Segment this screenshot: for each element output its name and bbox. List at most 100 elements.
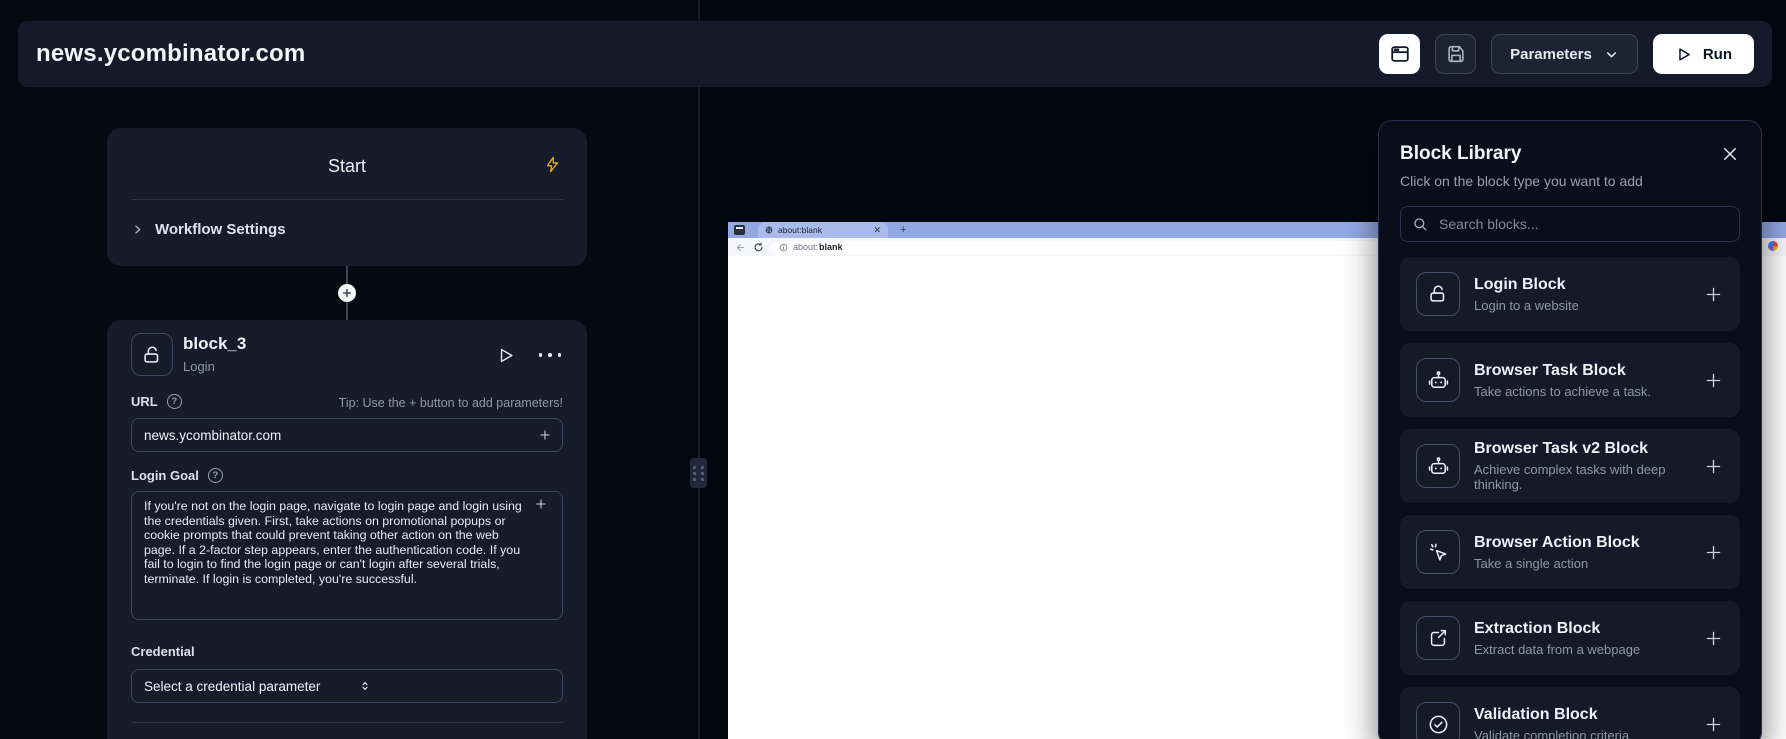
help-icon[interactable]: ?	[167, 394, 182, 409]
close-tab-icon: ✕	[873, 226, 881, 235]
help-icon[interactable]: ?	[208, 468, 223, 483]
check-circle-icon	[1416, 702, 1460, 739]
chevron-right-icon	[131, 223, 144, 236]
block-title: Extraction Block	[1474, 620, 1640, 638]
pane-resize-handle[interactable]	[690, 458, 707, 488]
login-goal-label: Login Goal	[131, 468, 199, 483]
block-description: Login to a website	[1474, 298, 1579, 313]
block-menu-button[interactable]	[539, 353, 562, 357]
address-rest: blank	[819, 242, 843, 252]
robot-icon	[1416, 444, 1460, 488]
block-item-text: Browser Action Block Take a single actio…	[1474, 534, 1640, 571]
block-library-item-validation[interactable]: Validation Block Validate completion cri…	[1400, 687, 1740, 739]
parameters-tip: Tip: Use the + button to add parameters!	[339, 396, 563, 410]
block-list: Login Block Login to a website	[1400, 257, 1740, 739]
header-actions: Parameters Run	[1379, 34, 1754, 74]
start-block-title: Start	[107, 156, 587, 177]
block-title: Validation Block	[1474, 706, 1629, 724]
block-item-text: Validation Block Validate completion cri…	[1474, 706, 1629, 739]
tab-title: about:blank	[778, 225, 868, 235]
add-block-button[interactable]	[1703, 370, 1724, 391]
block-library-item-login[interactable]: Login Block Login to a website	[1400, 257, 1740, 331]
url-field-label-row: URL ?	[131, 394, 182, 409]
extract-icon	[1416, 616, 1460, 660]
workflow-editor-app: news.ycombinator.com	[0, 0, 1786, 739]
block-description: Take a single action	[1474, 556, 1640, 571]
profile-avatar-icon	[1768, 241, 1778, 251]
block-title: Login Block	[1474, 276, 1579, 294]
block-library-item-browser-task-v2[interactable]: Browser Task v2 Block Achieve complex ta…	[1400, 429, 1740, 503]
login-goal-textarea[interactable]: If you're not on the login page, navigat…	[131, 491, 563, 620]
credential-select[interactable]: Select a credential parameter	[131, 669, 563, 703]
block-item-text: Extraction Block Extract data from a web…	[1474, 620, 1640, 657]
select-chevrons-icon	[347, 679, 562, 693]
block-title: Browser Task Block	[1474, 362, 1651, 380]
block-library-item-browser-action[interactable]: Browser Action Block Take a single actio…	[1400, 515, 1740, 589]
block-card-divider	[131, 722, 563, 723]
save-button[interactable]	[1435, 34, 1476, 74]
block-item-text: Browser Task v2 Block Achieve complex ta…	[1474, 440, 1703, 492]
block-library-item-extraction[interactable]: Extraction Block Extract data from a web…	[1400, 601, 1740, 675]
add-parameter-button[interactable]	[528, 428, 562, 442]
panel-subtitle: Click on the block type you want to add	[1400, 173, 1740, 189]
add-block-button[interactable]	[1703, 542, 1724, 563]
block-library-item-browser-task[interactable]: Browser Task Block Take actions to achie…	[1400, 343, 1740, 417]
block-type-icon-box	[131, 333, 173, 376]
browser-view-toggle-button[interactable]	[1379, 34, 1420, 74]
block-title: Browser Action Block	[1474, 534, 1640, 552]
credential-field-label-row: Credential	[131, 644, 195, 659]
parameters-button[interactable]: Parameters	[1491, 34, 1638, 74]
login-block-card: block_3 Login URL ? Tip: Use the + butto…	[107, 320, 587, 739]
save-icon	[1445, 43, 1467, 65]
block-description: Take actions to achieve a task.	[1474, 384, 1651, 399]
add-parameter-button[interactable]	[524, 497, 558, 511]
credential-label: Credential	[131, 644, 195, 659]
chevron-down-icon	[1604, 47, 1619, 62]
block-description: Extract data from a webpage	[1474, 642, 1640, 657]
browser-tab: about:blank ✕	[758, 222, 888, 238]
run-button[interactable]: Run	[1653, 34, 1754, 74]
page-title: news.ycombinator.com	[36, 40, 305, 68]
url-label: URL	[131, 394, 158, 409]
add-block-button[interactable]	[1703, 628, 1724, 649]
block-type-label: Login	[183, 359, 215, 374]
back-icon	[735, 242, 746, 253]
credential-select-value: Select a credential parameter	[132, 679, 347, 694]
add-node-button[interactable]	[338, 284, 356, 302]
lightning-icon	[544, 155, 561, 174]
block-item-text: Browser Task Block Take actions to achie…	[1474, 362, 1651, 399]
block-item-text: Login Block Login to a website	[1474, 276, 1579, 313]
block-title: Browser Task v2 Block	[1474, 440, 1703, 458]
run-button-label: Run	[1703, 46, 1732, 63]
workflow-settings-toggle[interactable]: Workflow Settings	[131, 214, 286, 244]
panel-title: Block Library	[1400, 143, 1740, 165]
parameters-button-label: Parameters	[1510, 46, 1592, 63]
start-block-card: Start Workflow Settings	[107, 128, 587, 266]
add-block-button[interactable]	[1703, 284, 1724, 305]
window-controls-icon	[734, 225, 745, 235]
run-block-button[interactable]	[496, 346, 515, 365]
browser-window-icon	[1389, 43, 1411, 65]
login-goal-text: If you're not on the login page, navigat…	[144, 499, 528, 587]
block-description: Validate completion criteria	[1474, 728, 1629, 739]
info-icon	[779, 243, 788, 252]
play-icon	[1675, 46, 1692, 63]
workflow-settings-label: Workflow Settings	[155, 221, 286, 238]
block-description: Achieve complex tasks with deep thinking…	[1474, 462, 1703, 492]
search-icon	[1412, 216, 1428, 232]
block-library-panel: Block Library Click on the block type yo…	[1378, 120, 1762, 739]
close-icon[interactable]	[1719, 143, 1741, 165]
start-card-divider	[131, 199, 563, 200]
cursor-click-icon	[1416, 530, 1460, 574]
add-block-button[interactable]	[1703, 456, 1724, 477]
new-tab-icon: +	[900, 224, 906, 236]
address-scheme: about:	[793, 242, 818, 252]
header-bar: news.ycombinator.com	[18, 21, 1772, 87]
url-input[interactable]	[132, 428, 528, 443]
lock-icon	[141, 344, 163, 366]
search-input[interactable]	[1437, 215, 1728, 233]
robot-icon	[1416, 358, 1460, 402]
add-block-button[interactable]	[1703, 714, 1724, 735]
reload-icon	[753, 242, 764, 253]
pane-divider	[698, 0, 700, 739]
